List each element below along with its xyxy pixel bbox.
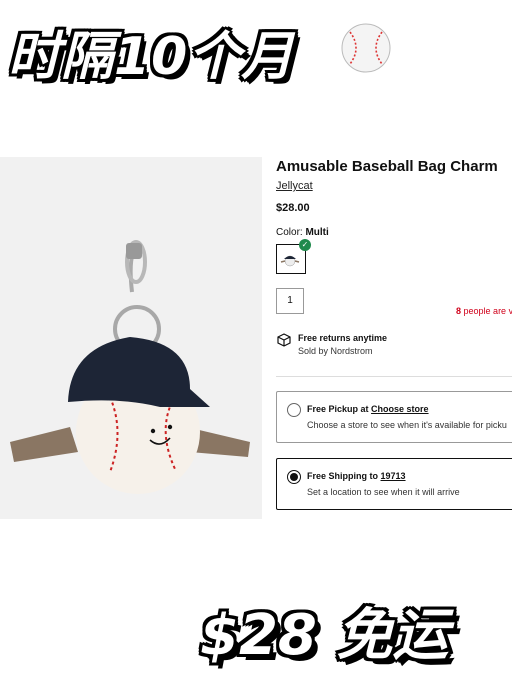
color-value: Multi bbox=[305, 227, 329, 238]
free-returns-text: Free returns anytime bbox=[298, 333, 388, 343]
color-label: Color: bbox=[276, 227, 303, 238]
pickup-prefix: Free Pickup at bbox=[307, 404, 369, 414]
quantity-select[interactable]: 1 bbox=[276, 288, 304, 314]
baseball-charm-illustration bbox=[10, 240, 250, 494]
color-swatch-multi[interactable]: ✓ bbox=[276, 239, 311, 274]
choose-store-link[interactable]: Choose store bbox=[371, 404, 429, 414]
pickup-subtext: Choose a store to see when it's availabl… bbox=[307, 420, 507, 430]
selected-check-icon: ✓ bbox=[299, 239, 311, 251]
returns-info: Free returns anytime Sold by Nordstrom bbox=[276, 333, 387, 356]
product-details: Amusable Baseball Bag Charm Jellycat $28… bbox=[276, 158, 512, 510]
headline-overlay: 时隔10个月 bbox=[8, 27, 295, 87]
product-image[interactable] bbox=[0, 157, 262, 519]
sold-by-text: Sold by Nordstrom bbox=[298, 346, 373, 356]
pickup-option[interactable]: Free Pickup at Choose store Choose a sto… bbox=[276, 391, 512, 443]
color-row: Color: Multi bbox=[276, 227, 512, 238]
divider bbox=[276, 376, 512, 377]
watching-notice: 8 people are vi bbox=[456, 306, 512, 316]
zip-code-link[interactable]: 19713 bbox=[381, 471, 406, 481]
pickup-title: Free Pickup at Choose store bbox=[307, 404, 429, 414]
price-banner-overlay: $28 免运 bbox=[200, 603, 449, 668]
pickup-radio[interactable] bbox=[287, 403, 301, 417]
shipping-subtext: Set a location to see when it will arriv… bbox=[307, 487, 460, 497]
shipping-prefix: Free Shipping to bbox=[307, 471, 378, 481]
box-return-icon bbox=[277, 333, 291, 347]
watching-count: 8 bbox=[456, 306, 462, 316]
swatch-thumbnail-icon bbox=[280, 255, 300, 267]
shipping-option[interactable]: Free Shipping to 19713 Set a location to… bbox=[276, 458, 512, 510]
shipping-radio[interactable] bbox=[287, 470, 301, 484]
baseball-emoji-icon bbox=[341, 23, 391, 73]
product-price: $28.00 bbox=[276, 202, 310, 214]
shipping-title: Free Shipping to 19713 bbox=[307, 471, 406, 481]
brand-link[interactable]: Jellycat bbox=[276, 180, 512, 192]
watching-text: people are vi bbox=[463, 306, 512, 316]
product-title: Amusable Baseball Bag Charm bbox=[276, 158, 498, 175]
